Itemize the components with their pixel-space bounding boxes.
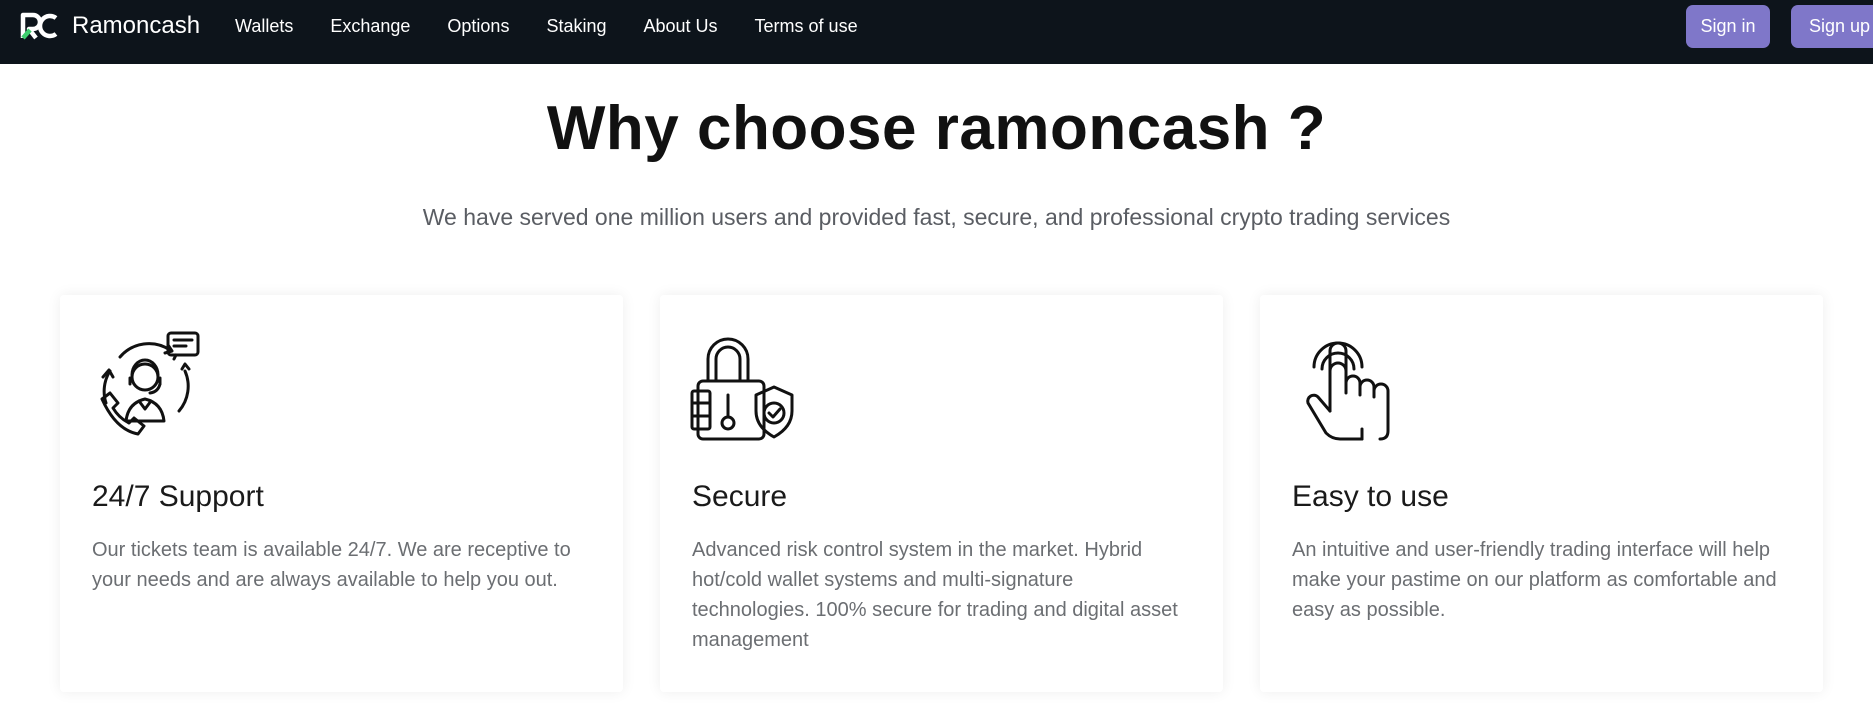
why-choose-section: Why choose ramoncash ? We have served on…: [0, 64, 1873, 715]
page-title: Why choose ramoncash ?: [546, 94, 1327, 163]
feature-card-support: 24/7 Support Our tickets team is availab…: [60, 295, 623, 692]
page-subtitle: We have served one million users and pro…: [422, 204, 1451, 230]
top-navbar: Ramoncash Wallets Exchange Options Staki…: [0, 0, 1873, 64]
nav-link-terms-of-use[interactable]: Terms of use: [755, 16, 858, 37]
touch-hand-icon: [1306, 341, 1390, 441]
feature-title: 24/7 Support: [92, 480, 264, 513]
nav-link-wallets[interactable]: Wallets: [235, 16, 293, 37]
nav-link-about-us[interactable]: About Us: [644, 16, 718, 37]
brand-name: Ramoncash: [72, 12, 201, 39]
padlock-shield-icon: [690, 337, 794, 441]
feature-description: Advanced risk control system in the mark…: [692, 539, 1178, 651]
nav-link-options[interactable]: Options: [447, 16, 509, 37]
nav-link-exchange[interactable]: Exchange: [330, 16, 410, 37]
sign-in-button[interactable]: Sign in: [1686, 5, 1770, 48]
rc-logo-icon: [20, 12, 58, 40]
main-nav: Wallets Exchange Options Staking About U…: [235, 16, 895, 37]
support-agent-icon: [100, 331, 200, 436]
nav-link-staking[interactable]: Staking: [546, 16, 606, 37]
feature-card-secure: Secure Advanced risk control system in t…: [660, 295, 1223, 692]
feature-title: Secure: [692, 480, 788, 513]
sign-up-button[interactable]: Sign up: [1791, 5, 1873, 48]
feature-title: Easy to use: [1292, 480, 1449, 513]
brand[interactable]: Ramoncash: [20, 10, 200, 42]
feature-description: Our tickets team is available 24/7. We a…: [92, 539, 571, 591]
feature-description: An intuitive and user-friendly trading i…: [1292, 539, 1777, 621]
feature-card-easy-to-use: Easy to use An intuitive and user-friend…: [1260, 295, 1823, 692]
